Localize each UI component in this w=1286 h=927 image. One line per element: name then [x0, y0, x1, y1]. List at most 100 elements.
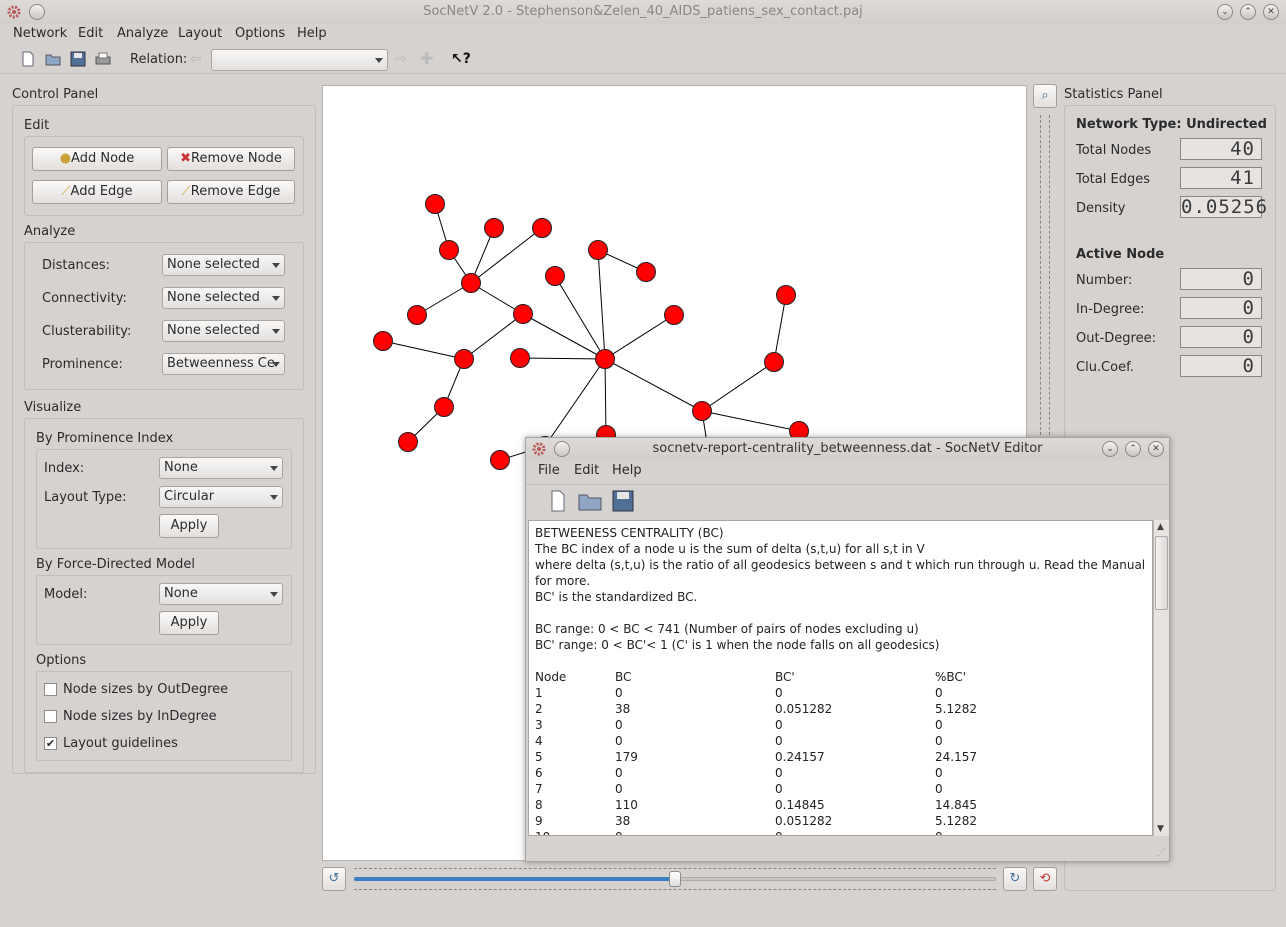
- remove-edge-button[interactable]: ⟋Remove Edge: [167, 180, 295, 204]
- graph-edge[interactable]: [773, 294, 787, 363]
- graph-node[interactable]: [373, 331, 393, 351]
- scroll-up-icon[interactable]: ▲: [1157, 522, 1164, 532]
- remove-node-icon: ✖: [180, 151, 192, 166]
- graph-edge[interactable]: [519, 357, 606, 360]
- outdegree-checkbox[interactable]: [44, 683, 57, 696]
- table-cell: 0: [775, 686, 783, 700]
- rotate-vertical-slider[interactable]: [1040, 115, 1050, 435]
- menu-help[interactable]: Help: [297, 26, 327, 41]
- graph-edge[interactable]: [701, 361, 775, 412]
- save-icon[interactable]: [70, 51, 86, 67]
- graph-node[interactable]: [513, 304, 533, 324]
- indegree-checkbox[interactable]: [44, 710, 57, 723]
- graph-node[interactable]: [664, 305, 684, 325]
- menu-analyze[interactable]: Analyze: [117, 26, 168, 41]
- maximize-icon[interactable]: ⌃: [1240, 4, 1256, 20]
- table-cell: 0: [615, 829, 623, 835]
- graph-node[interactable]: [434, 397, 454, 417]
- editor-menu-help[interactable]: Help: [612, 463, 642, 478]
- editor-open-icon[interactable]: [578, 490, 602, 512]
- graph-edge[interactable]: [382, 340, 465, 360]
- add-edge-button[interactable]: ⟋Add Edge: [32, 180, 162, 204]
- rotate-left-button[interactable]: ↺: [322, 867, 346, 891]
- graph-node[interactable]: [532, 218, 552, 238]
- graph-node[interactable]: [454, 349, 474, 369]
- scroll-thumb[interactable]: [1155, 536, 1168, 610]
- editor-menu-file[interactable]: File: [538, 463, 560, 478]
- table-cell: 0: [935, 766, 943, 780]
- close-icon[interactable]: ✕: [1263, 4, 1279, 20]
- table-cell: 0: [615, 686, 623, 700]
- next-relation-icon[interactable]: ⇨: [395, 51, 411, 67]
- graph-node[interactable]: [398, 432, 418, 452]
- graph-node[interactable]: [595, 349, 615, 369]
- table-cell: 0: [615, 718, 623, 732]
- whats-this-icon[interactable]: ↖?: [451, 51, 471, 67]
- zoom-slider-handle[interactable]: [669, 871, 681, 887]
- remove-node-button[interactable]: ✖Remove Node: [167, 147, 295, 171]
- graph-edge[interactable]: [604, 358, 607, 436]
- reset-view-button[interactable]: ⟲: [1033, 867, 1057, 891]
- graph-node[interactable]: [510, 348, 530, 368]
- editor-resize-grip-icon[interactable]: ⋰: [1157, 848, 1166, 858]
- minimize-icon[interactable]: ⌄: [1217, 4, 1233, 20]
- graph-node[interactable]: [692, 401, 712, 421]
- distances-select[interactable]: None selected: [162, 254, 285, 276]
- graph-edge[interactable]: [470, 227, 543, 284]
- graph-edge[interactable]: [701, 410, 800, 432]
- add-relation-icon[interactable]: ✚: [420, 51, 436, 67]
- graph-edge[interactable]: [604, 314, 675, 360]
- graph-edge[interactable]: [522, 313, 606, 360]
- graph-edge[interactable]: [597, 249, 606, 360]
- table-cell: 0: [935, 718, 943, 732]
- add-node-button[interactable]: ●Add Node: [32, 147, 162, 171]
- apply-prominence-button[interactable]: Apply: [159, 514, 219, 538]
- graph-node[interactable]: [425, 194, 445, 214]
- graph-node[interactable]: [439, 240, 459, 260]
- rotate-right-button[interactable]: ↻: [1003, 867, 1027, 891]
- graph-node[interactable]: [588, 240, 608, 260]
- layout-type-select[interactable]: Circular: [159, 486, 283, 508]
- graph-edge[interactable]: [604, 358, 703, 412]
- menu-edit[interactable]: Edit: [78, 26, 103, 41]
- apply-force-button[interactable]: Apply: [159, 611, 219, 635]
- editor-new-icon[interactable]: [550, 490, 566, 512]
- graph-node[interactable]: [407, 305, 427, 325]
- model-select[interactable]: None: [159, 583, 283, 605]
- graph-node[interactable]: [545, 266, 565, 286]
- editor-maximize-icon[interactable]: ⌃: [1125, 441, 1141, 457]
- prominence-select[interactable]: Betweenness Ce: [162, 353, 285, 375]
- print-icon[interactable]: [95, 51, 111, 67]
- table-cell: 0: [935, 734, 943, 748]
- zoom-slider[interactable]: [354, 868, 996, 890]
- zoom-in-icon[interactable]: ⌕: [1033, 84, 1057, 108]
- editor-line: where delta (s,t,u) is the ratio of all …: [535, 558, 1146, 572]
- editor-close-icon[interactable]: ✕: [1148, 441, 1164, 457]
- editor-text-area[interactable]: BETWEENESS CENTRALITY (BC) The BC index o…: [528, 520, 1153, 836]
- open-folder-icon[interactable]: [45, 51, 61, 67]
- editor-save-icon[interactable]: [612, 490, 634, 512]
- guidelines-checkbox[interactable]: ✔: [44, 737, 57, 750]
- graph-node[interactable]: [484, 218, 504, 238]
- graph-node[interactable]: [461, 273, 481, 293]
- menu-layout[interactable]: Layout: [178, 26, 222, 41]
- graph-node[interactable]: [764, 352, 784, 372]
- scroll-down-icon[interactable]: ▼: [1157, 824, 1164, 834]
- editor-menu-edit[interactable]: Edit: [574, 463, 599, 478]
- graph-edge[interactable]: [544, 358, 606, 447]
- graph-node[interactable]: [776, 285, 796, 305]
- new-file-icon[interactable]: [20, 51, 36, 67]
- menu-network[interactable]: Network: [13, 26, 67, 41]
- connectivity-select[interactable]: None selected: [162, 287, 285, 309]
- clusterability-select[interactable]: None selected: [162, 320, 285, 342]
- editor-scrollbar[interactable]: ▲ ▼: [1153, 520, 1169, 836]
- graph-edge[interactable]: [554, 275, 606, 360]
- graph-node[interactable]: [490, 450, 510, 470]
- graph-node[interactable]: [636, 262, 656, 282]
- statistics-panel-title: Statistics Panel: [1064, 87, 1163, 102]
- relation-select[interactable]: [211, 49, 388, 71]
- menu-options[interactable]: Options: [235, 26, 285, 41]
- index-select[interactable]: None: [159, 457, 283, 479]
- editor-minimize-icon[interactable]: ⌄: [1102, 441, 1118, 457]
- prev-relation-icon[interactable]: ⇦: [190, 51, 206, 67]
